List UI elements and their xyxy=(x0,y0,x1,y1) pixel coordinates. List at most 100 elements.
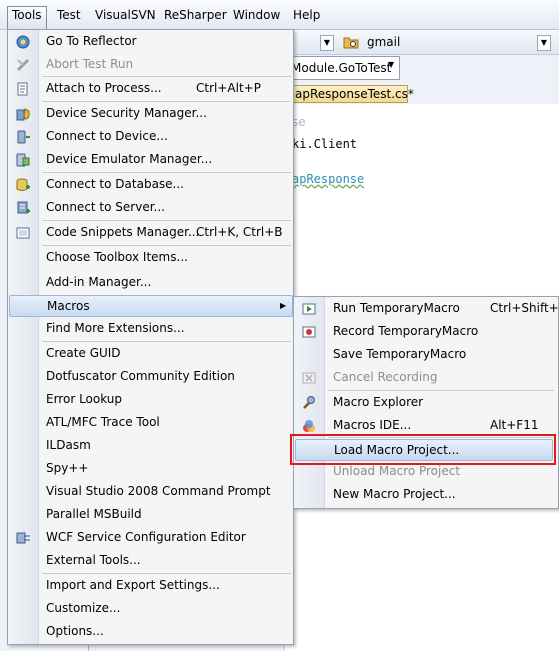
navigation-combo-arrow[interactable]: ▼ xyxy=(388,60,394,69)
tools-item-atl-mfc-trace-tool[interactable]: ATL/MFC Trace Tool xyxy=(9,412,293,434)
menu-item-label: Parallel MSBuild xyxy=(46,507,142,521)
run-macro-icon xyxy=(302,303,316,315)
menu-resharper[interactable]: ReSharper xyxy=(159,6,232,26)
tools-item-go-to-reflector[interactable]: Go To Reflector xyxy=(9,31,293,53)
tools-item-options[interactable]: Options... xyxy=(9,621,293,643)
menu-item-label: New Macro Project... xyxy=(333,487,456,501)
menu-item-label: Abort Test Run xyxy=(46,57,134,71)
snippets-icon xyxy=(16,227,30,239)
wcf-icon xyxy=(16,532,30,544)
tools-item-dotfuscator-community-edition[interactable]: Dotfuscator Community Edition xyxy=(9,366,293,388)
connect-device-icon xyxy=(17,130,30,144)
macros-item-record-temporarymacro[interactable]: Record TemporaryMacro xyxy=(295,321,553,343)
menu-item-label: Visual Studio 2008 Command Prompt xyxy=(46,484,271,498)
menu-item-shortcut: Alt+F11 xyxy=(490,418,539,432)
menu-item-label: Record TemporaryMacro xyxy=(333,324,479,338)
menu-item-shortcut: Ctrl+K, Ctrl+B xyxy=(196,225,283,239)
navigation-combo[interactable]: Module.GoToTest xyxy=(286,56,400,80)
tools-item-visual-studio-2008-command-prompt[interactable]: Visual Studio 2008 Command Prompt xyxy=(9,481,293,503)
menu-separator xyxy=(42,341,291,342)
server-icon xyxy=(17,201,30,214)
tools-item-customize[interactable]: Customize... xyxy=(9,598,293,620)
tools-item-import-and-export-settings[interactable]: Import and Export Settings... xyxy=(9,575,293,597)
device-security-icon xyxy=(16,108,30,121)
menu-item-shortcut: Ctrl+Shift+P xyxy=(490,301,559,315)
macros-item-macro-explorer[interactable]: Macro Explorer xyxy=(295,392,553,414)
macros-item-save-temporarymacro[interactable]: Save TemporaryMacro xyxy=(295,344,553,366)
record-macro-icon xyxy=(302,326,316,338)
menu-help[interactable]: Help xyxy=(288,6,325,26)
menu-separator xyxy=(42,101,291,102)
find-combo-text[interactable]: gmail xyxy=(367,34,400,50)
tools-item-device-security-manager[interactable]: Device Security Manager... xyxy=(9,103,293,125)
find-in-files-icon[interactable] xyxy=(343,35,359,49)
menu-separator xyxy=(42,220,291,221)
menu-item-label: External Tools... xyxy=(46,553,141,567)
macros-item-cancel-recording: Cancel Recording xyxy=(295,367,553,389)
find-combo-dropdown[interactable]: ▼ xyxy=(537,35,551,51)
menu-separator xyxy=(328,390,554,391)
tools-menu: Go To Reflector Abort Test Run Attach to P… xyxy=(7,29,294,645)
menu-item-label: Code Snippets Manager... xyxy=(46,225,200,239)
tools-item-external-tools[interactable]: External Tools... xyxy=(9,550,293,572)
menu-tools[interactable]: Tools xyxy=(7,6,47,30)
tools-item-add-in-manager[interactable]: Add-in Manager... xyxy=(9,272,293,294)
menu-item-label: ATL/MFC Trace Tool xyxy=(46,415,160,429)
menu-separator xyxy=(42,573,291,574)
menu-window[interactable]: Window xyxy=(228,6,285,26)
menu-bar: Tools Test VisualSVN ReSharper Window He… xyxy=(0,0,559,30)
tools-item-wcf-service-configuration-editor[interactable]: WCF Service Configuration Editor xyxy=(9,527,293,549)
menu-item-label: Device Emulator Manager... xyxy=(46,152,213,166)
config-combo-dropdown[interactable]: ▼ xyxy=(320,35,334,51)
menu-item-label: Add-in Manager... xyxy=(46,275,152,289)
document-tab[interactable]: apResponseTest.cs* xyxy=(284,85,414,103)
menu-item-label: Cancel Recording xyxy=(333,370,438,384)
menu-item-label: Connect to Device... xyxy=(46,129,168,143)
menu-item-label: Macros xyxy=(47,299,90,313)
menu-item-label: Options... xyxy=(46,624,104,638)
tools-item-create-guid[interactable]: Create GUID xyxy=(9,343,293,365)
macro-explorer-icon xyxy=(303,396,315,409)
menu-item-label: Connect to Database... xyxy=(46,177,184,191)
macros-ide-icon xyxy=(303,420,315,432)
tools-item-connect-to-database[interactable]: Connect to Database... xyxy=(9,174,293,196)
menu-item-label: Attach to Process... xyxy=(46,81,162,95)
database-icon xyxy=(16,178,30,191)
menu-item-label: Macros IDE... xyxy=(333,418,412,432)
code-line-squiggle: apResponse xyxy=(292,172,365,186)
menu-item-label: Create GUID xyxy=(46,346,121,360)
menu-item-label: Import and Export Settings... xyxy=(46,578,220,592)
tools-item-find-more-extensions[interactable]: Find More Extensions... xyxy=(9,318,293,340)
tools-item-parallel-msbuild[interactable]: Parallel MSBuild xyxy=(9,504,293,526)
macros-item-new-macro-project[interactable]: New Macro Project... xyxy=(295,484,553,506)
menu-separator xyxy=(42,172,291,173)
tools-item-connect-to-device[interactable]: Connect to Device... xyxy=(9,126,293,148)
tools-item-macros[interactable]: Macros ▶ xyxy=(9,295,293,317)
macros-item-run-temporarymacro[interactable]: Run TemporaryMacro Ctrl+Shift+P xyxy=(295,298,559,320)
abort-icon xyxy=(16,58,30,72)
tools-item-attach-to-process[interactable]: Attach to Process... Ctrl+Alt+P xyxy=(9,78,293,100)
menu-item-label: Run TemporaryMacro xyxy=(333,301,460,315)
menu-item-label: Spy++ xyxy=(46,461,89,475)
tools-item-choose-toolbox-items[interactable]: Choose Toolbox Items... xyxy=(9,247,293,269)
macros-submenu: Run TemporaryMacro Ctrl+Shift+P Record Tem… xyxy=(293,296,559,509)
menu-item-label: Dotfuscator Community Edition xyxy=(46,369,235,383)
menu-separator xyxy=(42,76,291,77)
tools-item-code-snippets-manager[interactable]: Code Snippets Manager... Ctrl+K, Ctrl+B xyxy=(9,222,293,244)
tools-item-connect-to-server[interactable]: Connect to Server... xyxy=(9,197,293,219)
code-line: ki.Client xyxy=(292,137,358,151)
cancel-recording-icon xyxy=(302,372,316,384)
menu-item-shortcut: Ctrl+Alt+P xyxy=(196,81,261,95)
code-line-faint: se xyxy=(292,115,306,129)
menu-visualsvn[interactable]: VisualSVN xyxy=(90,6,161,26)
menu-item-label: Find More Extensions... xyxy=(46,321,185,335)
menu-item-label: Device Security Manager... xyxy=(46,106,207,120)
tools-item-device-emulator-manager[interactable]: Device Emulator Manager... xyxy=(9,149,293,171)
tools-item-ildasm[interactable]: ILDasm xyxy=(9,435,293,457)
tools-item-spy[interactable]: Spy++ xyxy=(9,458,293,480)
tools-item-error-lookup[interactable]: Error Lookup xyxy=(9,389,293,411)
menu-item-label: Choose Toolbox Items... xyxy=(46,250,188,264)
menu-test[interactable]: Test xyxy=(52,6,86,26)
menu-item-label: Connect to Server... xyxy=(46,200,165,214)
menu-item-label: Save TemporaryMacro xyxy=(333,347,467,361)
